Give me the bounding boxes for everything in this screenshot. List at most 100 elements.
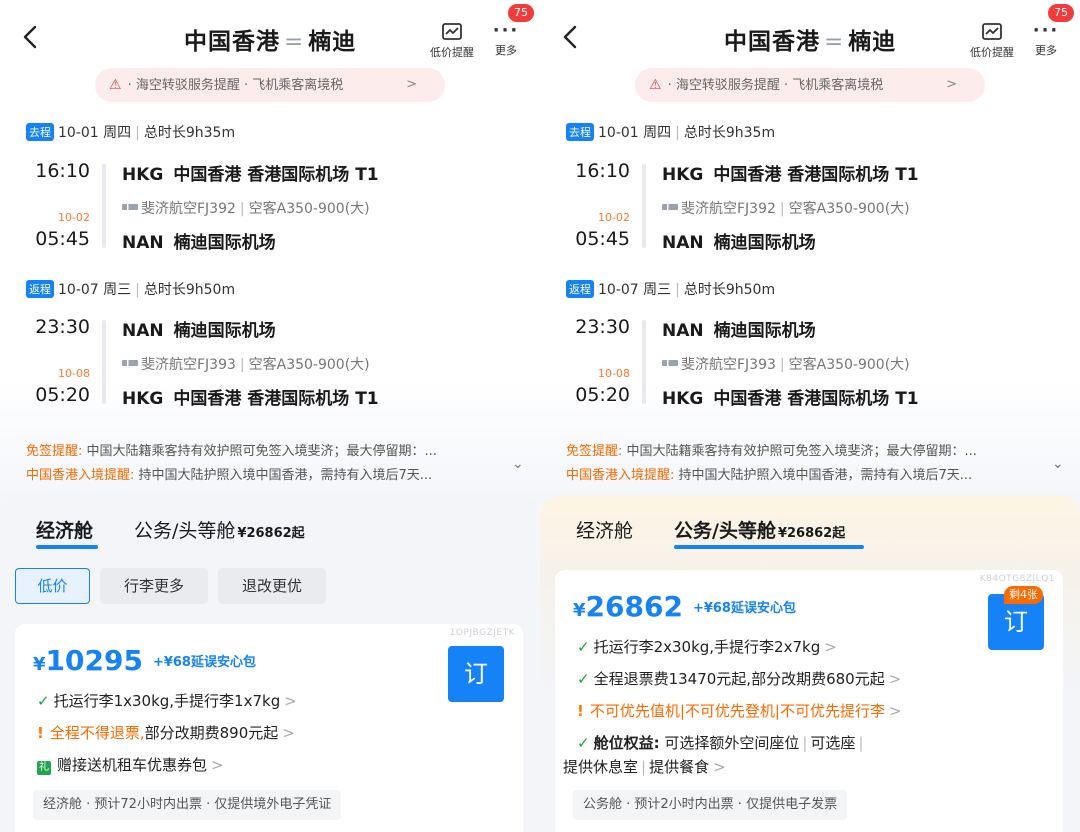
hk-entry-reminder[interactable]: 中国香港入境提醒: 持中国大陆护照入境中国香港，需持有入境后7天...: [566, 464, 1046, 483]
check-icon: ✓: [577, 734, 590, 752]
refund-info[interactable]: ✓ 全程退票费13470元起,部分改期费680元起 >: [577, 668, 901, 689]
outbound-arrival-next-day: 10-02: [598, 211, 630, 224]
visa-free-reminder[interactable]: 免签提醒: 中国大陆籍乘客持有效护照可免签入境斐济；最大停留期：...: [566, 440, 1046, 459]
airline-logo-icon: [122, 204, 138, 210]
low-price-alert-label: 低价提醒: [430, 46, 474, 59]
notice-text: · 海空转驳服务提醒 · 飞机乘客离境税: [127, 78, 344, 93]
priority-info[interactable]: ! 不可优先值机|不可优先登机|不可优先提行李 >: [577, 700, 902, 721]
inbound-timeline: [642, 320, 646, 404]
book-button[interactable]: 订: [448, 646, 504, 702]
check-icon: ✓: [37, 692, 50, 710]
outbound-arrival-time: 05:45: [575, 228, 630, 250]
warning-triangle-icon: ⚠: [649, 77, 662, 93]
more-dots-icon: ···: [492, 20, 520, 41]
delay-insurance-addon: +¥68延误安心包: [692, 601, 796, 616]
inbound-tag: 返程: [26, 280, 54, 298]
inbound-departure-airport: NAN 楠迪国际机场: [122, 321, 276, 341]
fare-card[interactable]: K84OTG8ZJLQ1 ¥26862 +¥68延误安心包 订 剩4张 ✓ 托运行李…: [555, 570, 1063, 832]
route-title: 中国香港 = 楠迪: [184, 22, 356, 56]
hk-entry-reminder[interactable]: 中国香港入境提醒: 持中国大陆护照入境中国香港，需持有入境后7天...: [26, 464, 506, 483]
chevron-right-icon: >: [406, 77, 417, 92]
top-bar: 中国香港 = 楠迪 低价提醒 ··· 更多 75: [540, 0, 1080, 70]
inbound-arrival-next-day: 10-08: [58, 367, 90, 380]
inbound-timeline: [102, 320, 106, 404]
airline-logo-icon: [662, 204, 678, 210]
notification-badge: 75: [1048, 4, 1074, 22]
back-button[interactable]: [562, 24, 586, 54]
cabin-rights-info-line2[interactable]: 提供休息室 | 提供餐食 >: [563, 756, 726, 777]
trend-chart-icon: [442, 23, 462, 40]
route-destination: 楠迪: [848, 29, 897, 55]
exclamation-icon: !: [37, 724, 44, 742]
outbound-tag: 去程: [566, 123, 594, 141]
round-trip-separator: =: [824, 29, 845, 55]
inbound-arrival-airport: HKG 中国香港 香港国际机场 T1: [122, 389, 379, 409]
visa-free-reminder[interactable]: 免签提醒: 中国大陆籍乘客持有效护照可免签入境斐济；最大停留期：...: [26, 440, 506, 459]
delay-insurance-addon: +¥68延误安心包: [152, 655, 256, 670]
chevron-down-icon[interactable]: ⌄: [1052, 456, 1064, 472]
more-button[interactable]: ··· 更多: [1026, 22, 1066, 66]
filter-better-refund[interactable]: 退改更优: [218, 568, 326, 604]
chevron-down-icon[interactable]: ⌄: [512, 456, 524, 472]
tab-economy[interactable]: 经济舱: [36, 516, 93, 543]
inbound-departure-time: 23:30: [35, 316, 90, 338]
chevron-left-icon: [23, 25, 37, 49]
inbound-date: 10-07 周三: [598, 282, 672, 298]
check-icon: ✓: [577, 670, 590, 688]
low-price-alert-button[interactable]: 低价提醒: [424, 22, 480, 66]
route-origin: 中国香港: [184, 29, 280, 55]
trend-chart-icon: [982, 23, 1002, 40]
inbound-duration: 总时长9h50m: [683, 282, 776, 298]
refund-info[interactable]: ! 全程不得退票,部分改期费890元起 >: [37, 722, 295, 743]
tab-business-first[interactable]: 公务/头等舱 ¥26862起: [134, 516, 305, 543]
notice-text: · 海空转驳服务提醒 · 飞机乘客离境税: [667, 78, 884, 93]
outbound-arrival-time: 05:45: [35, 228, 90, 250]
cabin-rights-info[interactable]: ✓ 舱位权益: 可选择额外空间座位 | 可选座 |: [577, 732, 867, 753]
baggage-info[interactable]: ✓ 托运行李2x30kg,手提行李2x7kg >: [577, 636, 837, 657]
screen-economy-tab: 中国香港 = 楠迪 低价提醒 ··· 更多 75 ⚠ · 海空转驳服务提醒 · 飞机乘…: [0, 0, 540, 832]
tab-economy[interactable]: 经济舱: [576, 516, 633, 543]
price-row: ¥10295 +¥68延误安心包: [33, 644, 256, 677]
top-bar: 中国香港 = 楠迪 低价提醒 ··· 更多 75: [0, 0, 540, 70]
outbound-flight-info: 斐济航空FJ392 | 空客A350-900(大): [662, 198, 910, 218]
notice-bar[interactable]: ⚠ · 海空转驳服务提醒 · 飞机乘客离境税 >: [95, 68, 445, 102]
outbound-date: 10-01 周四: [598, 125, 672, 141]
inbound-date: 10-07 周三: [58, 282, 132, 298]
filter-low-price[interactable]: 低价: [15, 568, 90, 604]
baggage-info[interactable]: ✓ 托运行李1x30kg,手提行李1x7kg >: [37, 690, 297, 711]
tab-economy-underline: [36, 545, 98, 549]
outbound-date: 10-01 周四: [58, 125, 132, 141]
cabin-section: 经济舱 公务/头等舱 ¥26862起 低价 行李更多 退改更优 1OPJBGZJE…: [0, 496, 540, 832]
outbound-header: 去程 10-01 周四 | 总时长9h35m: [566, 122, 775, 144]
inbound-duration: 总时长9h50m: [143, 282, 236, 298]
more-label: 更多: [1035, 44, 1057, 57]
notice-bar[interactable]: ⚠ · 海空转驳服务提醒 · 飞机乘客离境税 >: [635, 68, 985, 102]
round-trip-separator: =: [284, 29, 305, 55]
ticketing-note: 公务舱 · 预计2小时内出票 · 仅提供电子发票: [573, 790, 848, 820]
fare-card[interactable]: 1OPJBGZJETK ¥10295 +¥68延误安心包 订 ✓ 托运行李1x30k…: [15, 624, 523, 832]
ticketing-note: 经济舱 · 预计72小时内出票 · 仅提供境外电子凭证: [33, 790, 342, 820]
low-price-alert-button[interactable]: 低价提醒: [964, 22, 1020, 66]
inbound-flight-info: 斐济航空FJ393 | 空客A350-900(大): [662, 354, 910, 374]
fare-price: ¥10295: [33, 644, 143, 677]
filter-more-baggage[interactable]: 行李更多: [100, 568, 208, 604]
outbound-flight-info: 斐济航空FJ392 | 空客A350-900(大): [122, 198, 370, 218]
outbound-timeline: [102, 164, 106, 248]
remaining-seats-badge: 剩4张: [1004, 586, 1043, 604]
outbound-departure-airport: HKG 中国香港 香港国际机场 T1: [122, 165, 379, 185]
tab-business-first[interactable]: 公务/头等舱 ¥26862起: [674, 516, 845, 543]
chevron-left-icon: [563, 25, 577, 49]
screen-business-tab: 中国香港 = 楠迪 低价提醒 ··· 更多 75 ⚠ · 海空转驳服务提醒 · 飞机乘…: [540, 0, 1080, 832]
outbound-departure-time: 16:10: [35, 160, 90, 182]
back-button[interactable]: [22, 24, 46, 54]
inbound-flight-info: 斐济航空FJ393 | 空客A350-900(大): [122, 354, 370, 374]
gift-info[interactable]: 礼赠接送机租车优惠券包 >: [37, 754, 224, 775]
outbound-departure-time: 16:10: [575, 160, 630, 182]
fare-code: K84OTG8ZJLQ1: [979, 574, 1055, 584]
check-icon: ✓: [577, 638, 590, 656]
more-button[interactable]: ··· 更多: [486, 22, 526, 66]
route-title: 中国香港 = 楠迪: [724, 22, 896, 56]
outbound-timeline: [642, 164, 646, 248]
inbound-arrival-time: 05:20: [575, 384, 630, 406]
warning-triangle-icon: ⚠: [109, 77, 122, 93]
